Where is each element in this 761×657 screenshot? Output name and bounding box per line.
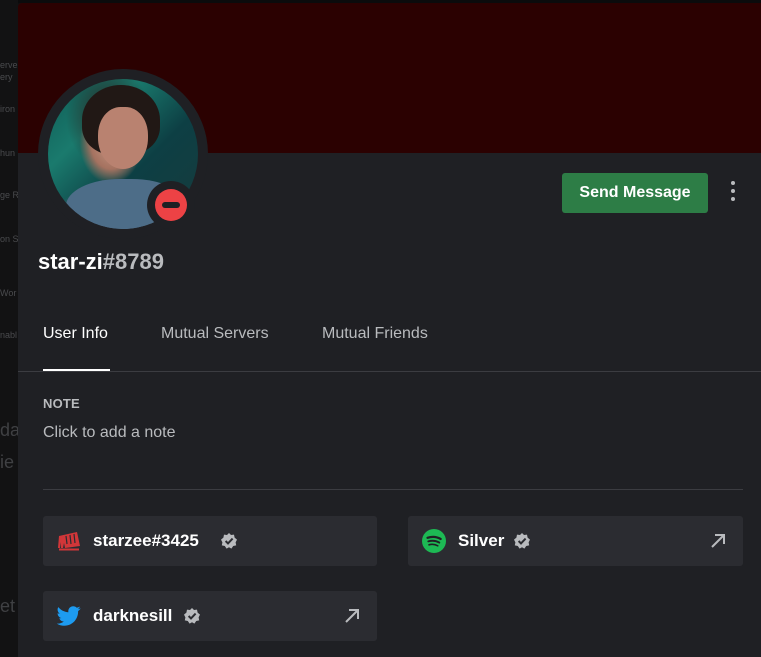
connection-account-name: Silver: [458, 531, 505, 550]
riot-games-icon: [58, 532, 80, 551]
bg-text: on S: [0, 234, 18, 244]
tab-user-info[interactable]: User Info: [43, 325, 108, 371]
more-options-icon[interactable]: [724, 179, 742, 207]
note-heading: NOTE: [43, 396, 80, 411]
connection-account-name: starzee#3425: [93, 531, 199, 550]
do-not-disturb-status-icon: [155, 189, 187, 221]
send-message-button[interactable]: Send Message: [562, 173, 708, 213]
twitter-icon: [57, 606, 81, 626]
note-input[interactable]: Click to add a note: [43, 424, 723, 446]
verified-badge-icon: [514, 533, 530, 549]
bg-text: et: [0, 596, 16, 616]
connection-account-name: darknesill: [93, 606, 173, 625]
bg-text: hun 1: [0, 148, 18, 158]
username-discriminator: #8789: [102, 249, 164, 274]
connection-riot-games: starzee#3425: [43, 516, 377, 566]
username-name: star-zi: [38, 249, 103, 274]
bg-text: ge R: [0, 190, 18, 200]
connection-twitter: darknesill: [43, 591, 377, 641]
bg-text: nabl: [0, 330, 18, 340]
user-profile-modal: Send Message star-zi#8789 User Info Mutu…: [18, 3, 761, 657]
username: star-zi#8789: [38, 249, 164, 275]
section-divider: [43, 489, 743, 490]
external-link-icon[interactable]: [343, 607, 361, 625]
spotify-icon: [422, 529, 446, 553]
connection-spotify: Silver: [408, 516, 743, 566]
bg-text: Wor: [0, 288, 17, 298]
verified-badge-icon: [221, 533, 237, 549]
tabs-divider: [18, 371, 761, 372]
bg-text: ery: [0, 72, 13, 82]
tab-mutual-servers[interactable]: Mutual Servers: [161, 325, 269, 371]
app-background-sidebar: erve ery iron hun 1 ge R on S Wor nabl d…: [0, 0, 18, 657]
avatar-face: [98, 107, 148, 169]
bg-text: iron: [0, 104, 16, 114]
verified-badge-icon: [184, 608, 200, 624]
bg-text: daa: [0, 420, 18, 440]
bg-text: ie: [0, 452, 15, 472]
tab-mutual-friends[interactable]: Mutual Friends: [322, 325, 428, 371]
bg-text: erve: [0, 60, 18, 70]
external-link-icon[interactable]: [709, 532, 727, 550]
